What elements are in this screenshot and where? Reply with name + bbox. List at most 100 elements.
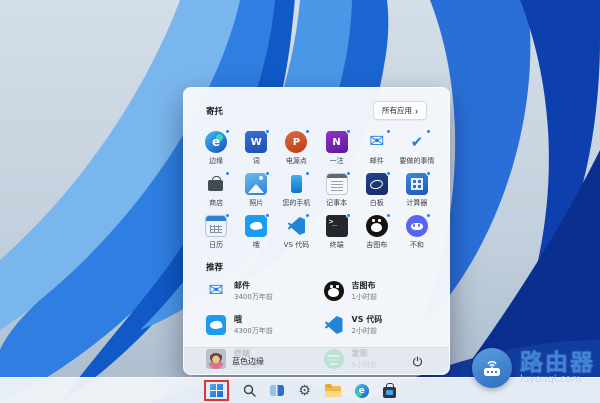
notepad-icon [326,173,348,195]
recommended-item[interactable]: 哦 4300万年前 [200,312,316,338]
edge-icon [205,131,227,153]
pinned-app-label: VS 代码 [284,240,309,250]
pinned-app[interactable]: 词 [236,127,276,169]
task-view-icon [270,385,284,396]
word-icon [245,131,267,153]
pinned-app-label: 邮件 [370,156,384,166]
new-badge-dot [305,171,310,176]
recommended-item-timestamp: 3400万年前 [234,292,273,302]
pinned-app[interactable]: 日历 [196,211,236,253]
pinned-app-label: 电源点 [286,156,307,166]
user-account-button[interactable]: 蓝色边缘 [208,353,264,369]
search-button[interactable] [243,384,256,397]
new-badge-dot [225,129,230,134]
pinned-app[interactable]: 一注 [317,127,357,169]
edge-browser-button[interactable]: e [355,384,369,398]
photos-icon [245,173,267,195]
start-menu: 寄托 所有应用 › 边缘 [183,87,450,375]
pinned-app[interactable]: 边缘 [196,127,236,169]
recommended-item[interactable]: VS 代码 2小时前 [318,312,434,338]
pinned-app-label: 您的手机 [282,198,310,208]
watermark-url: luyouqi.com [520,374,595,385]
microsoft-store-button[interactable] [383,384,396,398]
new-badge-dot [305,129,310,134]
new-badge-dot [305,213,310,218]
start-menu-footer: 蓝色边缘 [184,347,449,374]
pinned-app-label: 照片 [249,198,263,208]
pinned-app[interactable]: VS 代码 [276,211,316,253]
new-badge-dot [426,171,431,176]
pinned-app[interactable]: 计算器 [397,169,437,211]
new-badge-dot [265,171,270,176]
pinned-app[interactable]: 邮件 [357,127,397,169]
recommended-section-title: 推荐 [184,253,449,278]
recommended-item-timestamp: 2小时前 [352,326,383,336]
watermark-title: 路由器 [520,351,595,375]
site-watermark: 路由器 luyouqi.com [472,348,595,388]
recommended-item-title: 哦 [234,314,273,325]
folder-icon [325,386,341,397]
whiteboard-icon [366,173,388,195]
mail-icon [206,281,226,301]
vscode-icon [324,315,344,335]
pinned-app[interactable]: 哦 [236,211,276,253]
pinned-app[interactable]: 您的手机 [276,169,316,211]
discord-icon [406,215,428,237]
store-bag-icon [383,387,396,398]
pinned-app[interactable]: 记事本 [317,169,357,211]
all-apps-label: 所有应用 [382,105,412,116]
pinned-apps-grid: 边缘 词 电源点 [184,125,449,253]
router-icon [480,356,504,380]
new-badge-dot [426,213,431,218]
mail-icon [366,131,388,153]
chevron-right-icon: › [415,108,418,114]
new-badge-dot [225,171,230,176]
pinned-app[interactable]: 商店 [196,169,236,211]
recommended-item-title: 吉图布 [352,280,377,291]
recommended-item[interactable]: 邮件 3400万年前 [200,278,316,304]
pinned-app-label: 计算器 [406,198,427,208]
pinned-app-label: 商店 [209,198,223,208]
calendar-icon [205,215,227,237]
pinned-app[interactable]: 不和 [397,211,437,253]
new-badge-dot [346,213,351,218]
pinned-app[interactable]: 照片 [236,169,276,211]
start-button[interactable] [210,384,223,397]
recommended-item[interactable]: 吉图布 1小时前 [318,278,434,304]
pinned-app-label: 日历 [209,240,223,250]
pinned-app-label: 词 [253,156,260,166]
pinned-app[interactable]: 白板 [357,169,397,211]
new-badge-dot [225,213,230,218]
twitter-icon [206,315,226,335]
recommended-item-timestamp: 1小时前 [352,292,377,302]
pinned-app-label: 要做的事情 [399,156,434,166]
power-button[interactable] [409,353,425,369]
pinned-app-label: 白板 [370,198,384,208]
your-phone-icon [285,173,307,195]
onenote-icon [326,131,348,153]
file-explorer-button[interactable] [325,384,341,397]
recommended-item-title: VS 代码 [352,314,383,325]
calculator-icon [406,173,428,195]
github-icon [324,281,344,301]
pinned-app[interactable]: 终端 [317,211,357,253]
new-badge-dot [265,129,270,134]
new-badge-dot [386,213,391,218]
pinned-app[interactable]: 要做的事情 [397,127,437,169]
terminal-icon [326,215,348,237]
edge-browser-icon: e [355,384,369,398]
user-name: 蓝色边缘 [232,356,264,367]
task-view-button[interactable] [270,385,284,396]
pinned-app-label: 终端 [330,240,344,250]
vscode-icon [285,215,307,237]
pinned-app[interactable]: 吉图布 [357,211,397,253]
search-icon [243,384,256,397]
store-icon [205,173,227,195]
pinned-app-label: 一注 [330,156,344,166]
todo-icon [406,131,428,153]
github-icon [366,215,388,237]
settings-button[interactable]: ⚙ [298,384,311,398]
all-apps-button[interactable]: 所有应用 › [373,101,427,120]
power-icon [412,356,423,367]
pinned-app[interactable]: 电源点 [276,127,316,169]
